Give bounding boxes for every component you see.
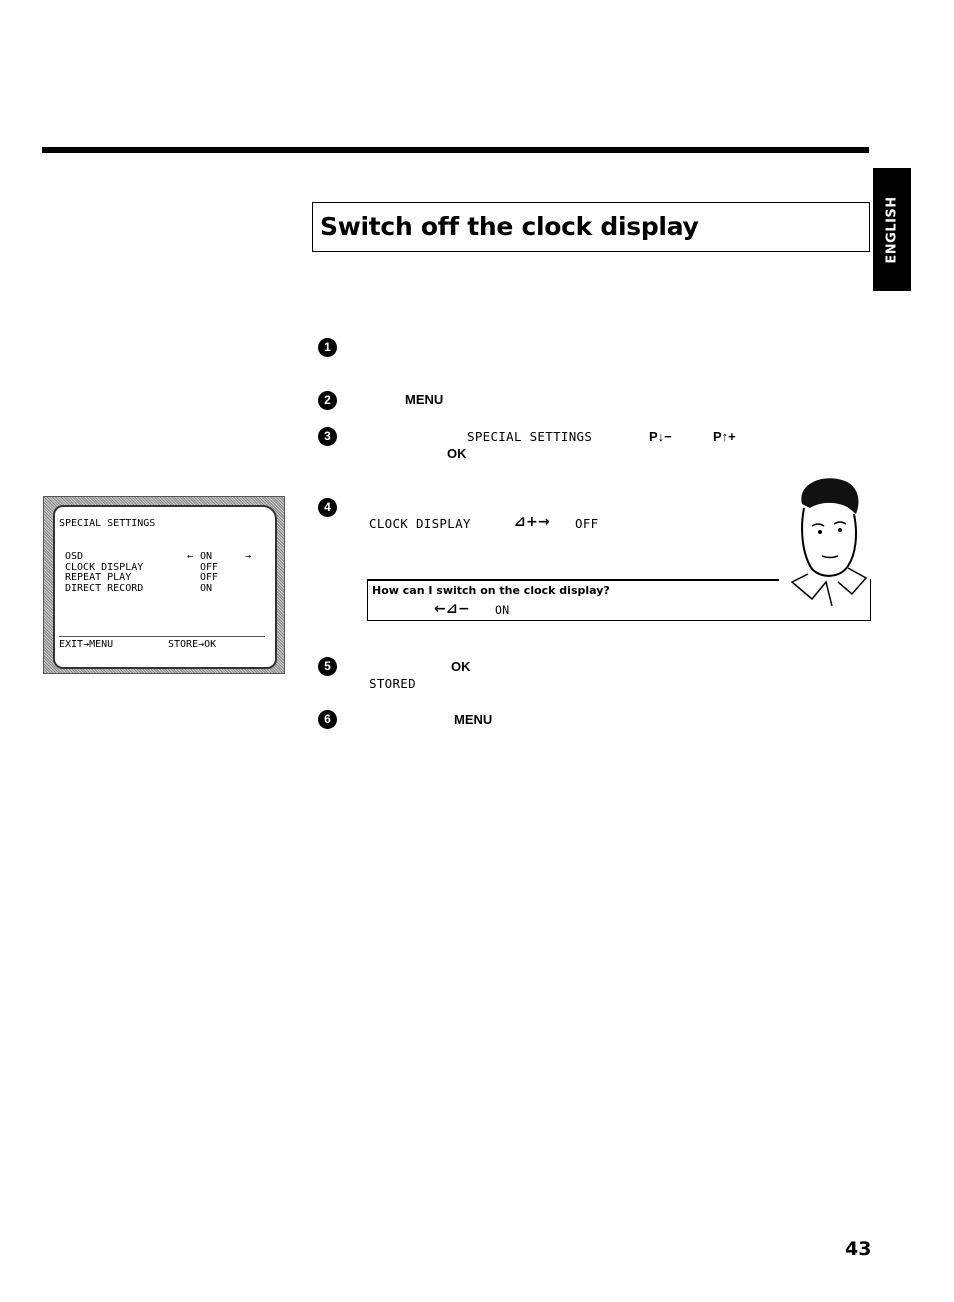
tip-question: How can I switch on the clock display?: [372, 584, 610, 597]
step-number-1: 1: [318, 338, 337, 357]
page-number: 43: [845, 1238, 872, 1260]
osd-row-value: OFF: [200, 572, 219, 583]
osd-off-value: OFF: [575, 516, 599, 531]
tip-on-value: ON: [495, 603, 510, 617]
section-title: Switch off the clock display: [320, 212, 699, 241]
step-number-4: 4: [318, 498, 337, 517]
decrease-arrow-symbol: ←⊿−: [434, 601, 471, 617]
p-up-key-label: P↑+: [713, 429, 736, 444]
menu-key-label: MENU: [454, 712, 493, 727]
top-rule: [42, 147, 869, 153]
step-number-3: 3: [318, 427, 337, 446]
osd-row-value: ON: [200, 582, 213, 594]
section-title-box: Switch off the clock display: [312, 202, 870, 252]
osd-special-settings-text: SPECIAL SETTINGS: [467, 429, 593, 444]
osd-clock-display-text: CLOCK DISPLAY: [369, 516, 471, 531]
osd-footer-store: STORE→OK: [168, 639, 217, 650]
language-tab: ENGLISH: [873, 168, 911, 291]
osd-stored-text: STORED: [369, 676, 416, 691]
osd-row-label: REPEAT PLAY: [65, 572, 132, 583]
osd-row-value: ON: [200, 551, 213, 562]
ok-key-label: OK: [447, 446, 467, 461]
language-tab-label: ENGLISH: [884, 195, 900, 264]
increase-arrow-symbol: ⊿+→: [514, 514, 551, 530]
p-down-key-label: P↓−: [649, 429, 672, 444]
osd-right-arrow: →: [245, 551, 252, 562]
menu-key-label: MENU: [405, 392, 444, 407]
tv-screen-illustration: SPECIAL SETTINGS OSD ← ON → CLOCK DISPLA…: [43, 496, 285, 674]
osd-left-arrow: ←: [187, 551, 194, 562]
ok-key-label: OK: [451, 659, 471, 674]
osd-footer-exit: EXIT→MENU: [59, 639, 114, 650]
step-number-6: 6: [318, 710, 337, 729]
osd-divider: [59, 636, 265, 637]
osd-screen: SPECIAL SETTINGS OSD ← ON → CLOCK DISPLA…: [53, 505, 277, 669]
osd-row-label: DIRECT RECORD: [65, 582, 144, 594]
osd-row-label: OSD: [65, 551, 84, 562]
osd-title: SPECIAL SETTINGS: [59, 518, 156, 529]
step-number-5: 5: [318, 657, 337, 676]
step-number-2: 2: [318, 391, 337, 410]
